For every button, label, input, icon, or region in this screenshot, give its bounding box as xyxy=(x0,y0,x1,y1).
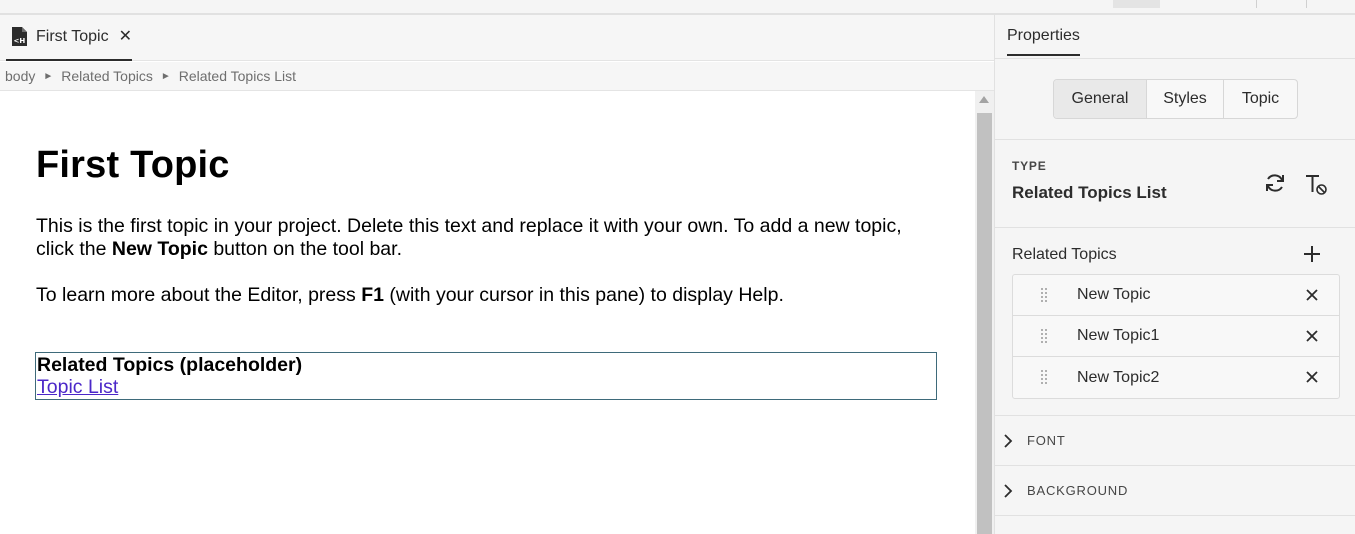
breadcrumb: body ► Related Topics ► Related Topics L… xyxy=(0,62,994,91)
chevron-right-icon xyxy=(1004,434,1013,448)
editor-tab-bar: <H First Topic ✕ xyxy=(0,15,994,61)
properties-title[interactable]: Properties xyxy=(1007,27,1080,56)
tab-topic[interactable]: Topic xyxy=(1224,80,1297,118)
topic-list-link[interactable]: Topic List xyxy=(37,376,118,398)
properties-header: Properties xyxy=(995,15,1355,59)
type-value: Related Topics List xyxy=(1012,183,1167,202)
scroll-up-arrow-icon[interactable] xyxy=(979,96,989,103)
toolbar-separator xyxy=(1306,0,1307,8)
tab-general[interactable]: General xyxy=(1054,80,1147,118)
section-label: FONT xyxy=(1027,433,1066,448)
section-label: BACKGROUND xyxy=(1027,483,1129,498)
breadcrumb-item-related-topics-list[interactable]: Related Topics List xyxy=(179,68,296,84)
remove-icon[interactable] xyxy=(1305,288,1319,302)
vertical-scrollbar[interactable] xyxy=(975,91,994,534)
close-icon[interactable]: ✕ xyxy=(119,29,132,45)
html-file-icon: <H xyxy=(12,27,27,46)
related-topics-list: New Topic New Topic1 New Topic2 xyxy=(1012,274,1340,399)
divider xyxy=(995,515,1355,516)
breadcrumb-separator-icon: ► xyxy=(160,70,171,82)
related-topics-heading: Related Topics (placeholder) xyxy=(37,354,303,376)
tab-styles[interactable]: Styles xyxy=(1147,80,1224,118)
list-item-label: New Topic xyxy=(1077,286,1151,303)
breadcrumb-item-related-topics[interactable]: Related Topics xyxy=(61,68,153,84)
section-background[interactable]: BACKGROUND xyxy=(995,465,1355,515)
list-item-label: New Topic2 xyxy=(1077,368,1160,386)
paragraph-bold-text: F1 xyxy=(361,284,384,306)
chevron-right-icon xyxy=(1004,484,1013,498)
list-item[interactable]: New Topic2 xyxy=(1013,357,1339,398)
drag-handle-icon[interactable] xyxy=(1040,328,1048,345)
tab-label: First Topic xyxy=(36,28,109,45)
paragraph-text: To learn more about the Editor, press xyxy=(36,284,362,306)
scrollbar-thumb[interactable] xyxy=(977,113,992,534)
breadcrumb-separator-icon: ► xyxy=(43,70,54,82)
divider xyxy=(995,139,1355,140)
drag-handle-icon[interactable] xyxy=(1040,287,1048,304)
top-toolbar-strip xyxy=(0,0,1355,15)
section-font[interactable]: FONT xyxy=(995,415,1355,465)
toolbar-separator xyxy=(1256,0,1257,8)
remove-icon[interactable] xyxy=(1305,370,1319,384)
properties-tab-group: General Styles Topic xyxy=(1053,79,1298,119)
refresh-icon[interactable] xyxy=(1264,172,1286,194)
intro-paragraph: This is the first topic in your project.… xyxy=(36,215,936,261)
editor-pane: <H First Topic ✕ body ► Related Topics ►… xyxy=(0,15,994,534)
breadcrumb-item-body[interactable]: body xyxy=(5,68,35,84)
help-paragraph: To learn more about the Editor, press F1… xyxy=(36,284,936,307)
clear-formatting-icon[interactable] xyxy=(1304,172,1328,196)
list-item[interactable]: New Topic xyxy=(1013,275,1339,316)
paragraph-bold-text: New Topic xyxy=(111,238,208,260)
toolbar-button-fragment[interactable] xyxy=(1113,0,1160,8)
svg-text:<H: <H xyxy=(14,37,26,45)
paragraph-text: button on the tool bar. xyxy=(207,238,402,260)
document-content[interactable]: First Topic This is the first topic in y… xyxy=(0,91,975,534)
list-item-label: New Topic1 xyxy=(1077,327,1160,344)
list-item[interactable]: New Topic1 xyxy=(1013,316,1339,357)
page-title: First Topic xyxy=(36,144,230,186)
remove-icon[interactable] xyxy=(1305,329,1319,343)
add-icon[interactable] xyxy=(1302,244,1322,264)
related-topics-placeholder[interactable]: Related Topics (placeholder) Topic List xyxy=(35,352,937,400)
paragraph-text: (with your cursor in this pane) to displ… xyxy=(383,284,784,306)
type-label: TYPE xyxy=(1012,159,1047,173)
drag-handle-icon[interactable] xyxy=(1040,369,1048,386)
divider xyxy=(995,227,1355,228)
related-topics-section-title: Related Topics xyxy=(1012,246,1117,263)
properties-panel: Properties General Styles Topic TYPE Rel… xyxy=(994,15,1355,534)
tab-first-topic[interactable]: <H First Topic ✕ xyxy=(6,15,132,61)
